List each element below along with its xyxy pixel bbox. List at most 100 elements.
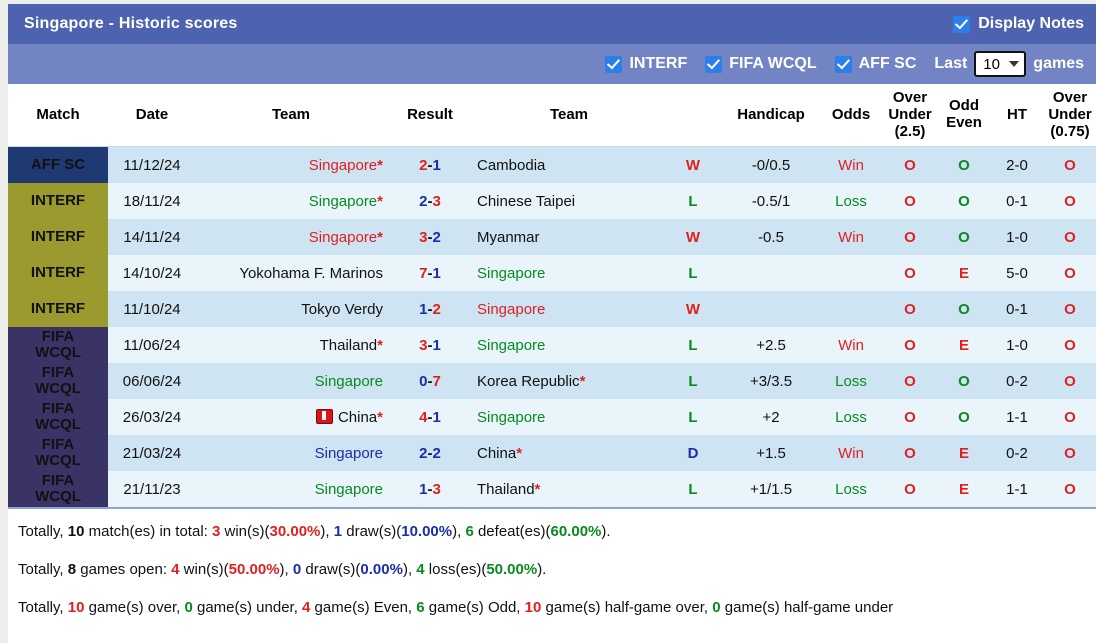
table-row[interactable]: INTERF14/11/24Singapore*3-2MyanmarW-0.5W… <box>8 219 1096 255</box>
half-time-score: 1-1 <box>990 399 1044 435</box>
table-row[interactable]: INTERF11/10/24Tokyo Verdy1-2SingaporeWOO… <box>8 291 1096 327</box>
handicap-value: +2 <box>722 399 820 435</box>
home-score: 3 <box>419 337 427 354</box>
summary-token: game(s) under, <box>193 599 302 616</box>
col-match[interactable]: Match <box>8 84 108 147</box>
odds-text: Loss <box>835 193 867 210</box>
display-notes-toggle[interactable]: Display Notes <box>953 15 1084 33</box>
team-name: China <box>477 445 516 462</box>
badge-line: FIFA <box>42 400 75 417</box>
away-team[interactable]: Myanmar <box>474 219 664 255</box>
half-time-score: 1-1 <box>990 471 1044 507</box>
last-games-select[interactable]: 10 <box>974 51 1026 77</box>
home-team[interactable]: Singapore <box>196 363 386 399</box>
competition-badge[interactable]: FIFAWCQL <box>8 363 108 399</box>
table-row[interactable]: FIFAWCQL11/06/24Thailand*3-1SingaporeL+2… <box>8 327 1096 363</box>
summary-token: 0 <box>712 599 720 616</box>
summary-token: 50.00% <box>486 561 537 578</box>
away-team[interactable]: Thailand* <box>474 471 664 507</box>
win-loss-letter: L <box>688 481 697 498</box>
away-team[interactable]: Korea Republic* <box>474 363 664 399</box>
table-row[interactable]: FIFAWCQL06/06/24Singapore0-7Korea Republ… <box>8 363 1096 399</box>
ou075-letter: O <box>1064 409 1076 426</box>
table-row[interactable]: INTERF18/11/24Singapore*2-3Chinese Taipe… <box>8 183 1096 219</box>
home-team[interactable]: Singapore <box>196 435 386 471</box>
col-ht[interactable]: HT <box>990 84 1044 147</box>
competition-badge[interactable]: AFF SC <box>8 147 108 184</box>
win-loss-letter: L <box>688 265 697 282</box>
competition-badge[interactable]: INTERF <box>8 219 108 255</box>
odd-even: E <box>938 255 990 291</box>
match-date: 11/12/24 <box>108 147 196 184</box>
col-team-home[interactable]: Team <box>196 84 386 147</box>
filter-fifa-wcql[interactable]: FIFA WCQL <box>705 55 816 73</box>
interf-checkbox[interactable] <box>605 56 622 73</box>
win-loss-indicator: L <box>664 471 722 507</box>
home-team[interactable]: Singapore* <box>196 147 386 184</box>
col-odd-even[interactable]: Odd Even <box>938 84 990 147</box>
odds-text: Loss <box>835 481 867 498</box>
handicap-value: -0.5 <box>722 219 820 255</box>
half-time-score: 1-0 <box>990 219 1044 255</box>
table-row[interactable]: AFF SC11/12/24Singapore*2-1CambodiaW-0/0… <box>8 147 1096 184</box>
badge-line: FIFA <box>42 364 75 381</box>
home-team[interactable]: Singapore <box>196 471 386 507</box>
over-under-25: O <box>882 147 938 184</box>
col-team-away[interactable]: Team <box>474 84 664 147</box>
asterisk-icon: * <box>535 481 541 498</box>
home-team[interactable]: Yokohama F. Marinos <box>196 255 386 291</box>
col-result[interactable]: Result <box>386 84 474 147</box>
match-result: 2-1 <box>386 147 474 184</box>
summary-token: game(s) Even, <box>310 599 416 616</box>
odds-result: Loss <box>820 399 882 435</box>
home-team[interactable]: Tokyo Verdy <box>196 291 386 327</box>
competition-badge[interactable]: FIFAWCQL <box>8 471 108 507</box>
team-name: Tokyo Verdy <box>301 301 383 318</box>
away-team[interactable]: Singapore <box>474 255 664 291</box>
home-team[interactable]: China* <box>196 399 386 435</box>
team-name: Thailand <box>320 337 378 354</box>
away-team[interactable]: China* <box>474 435 664 471</box>
away-team[interactable]: Cambodia <box>474 147 664 184</box>
oddeven-line1: Odd <box>949 97 979 114</box>
col-odds[interactable]: Odds <box>820 84 882 147</box>
filter-interf[interactable]: INTERF <box>605 55 687 73</box>
col-date[interactable]: Date <box>108 84 196 147</box>
away-team[interactable]: Chinese Taipei <box>474 183 664 219</box>
away-team[interactable]: Singapore <box>474 399 664 435</box>
summary-token: win(s)( <box>220 523 269 540</box>
competition-badge[interactable]: INTERF <box>8 183 108 219</box>
competition-badge[interactable]: INTERF <box>8 255 108 291</box>
table-body: AFF SC11/12/24Singapore*2-1CambodiaW-0/0… <box>8 147 1096 508</box>
home-team[interactable]: Singapore* <box>196 219 386 255</box>
competition-badge[interactable]: FIFAWCQL <box>8 435 108 471</box>
table-row[interactable]: FIFAWCQL26/03/24China*4-1SingaporeL+2Los… <box>8 399 1096 435</box>
home-team[interactable]: Singapore* <box>196 183 386 219</box>
display-notes-checkbox[interactable] <box>953 16 970 33</box>
filter-aff-sc[interactable]: AFF SC <box>835 55 917 73</box>
summary-section: Totally, 10 match(es) in total: 3 win(s)… <box>8 507 1096 627</box>
asterisk-icon: * <box>377 193 383 210</box>
ou25-letter: O <box>904 301 916 318</box>
table-row[interactable]: INTERF14/10/24Yokohama F. Marinos7-1Sing… <box>8 255 1096 291</box>
away-team[interactable]: Singapore <box>474 291 664 327</box>
col-handicap[interactable]: Handicap <box>722 84 820 147</box>
odd-even: E <box>938 327 990 363</box>
competition-badge[interactable]: FIFAWCQL <box>8 399 108 435</box>
summary-token: games open: <box>76 561 171 578</box>
win-loss-letter: L <box>688 409 697 426</box>
ou25-letter: O <box>904 229 916 246</box>
half-time-score: 0-2 <box>990 435 1044 471</box>
competition-badge[interactable]: FIFAWCQL <box>8 327 108 363</box>
aff-sc-checkbox[interactable] <box>835 56 852 73</box>
table-row[interactable]: FIFAWCQL21/03/24Singapore2-2China*D+1.5W… <box>8 435 1096 471</box>
home-team[interactable]: Thailand* <box>196 327 386 363</box>
fifa-wcql-checkbox[interactable] <box>705 56 722 73</box>
table-row[interactable]: FIFAWCQL21/11/23Singapore1-3Thailand*L+1… <box>8 471 1096 507</box>
col-over-under-25[interactable]: Over Under (2.5) <box>882 84 938 147</box>
summary-token: Totally, <box>18 523 68 540</box>
competition-badge[interactable]: INTERF <box>8 291 108 327</box>
col-over-under-075[interactable]: Over Under (0.75) <box>1044 84 1096 147</box>
away-team[interactable]: Singapore <box>474 327 664 363</box>
oddeven-letter: E <box>959 445 969 462</box>
